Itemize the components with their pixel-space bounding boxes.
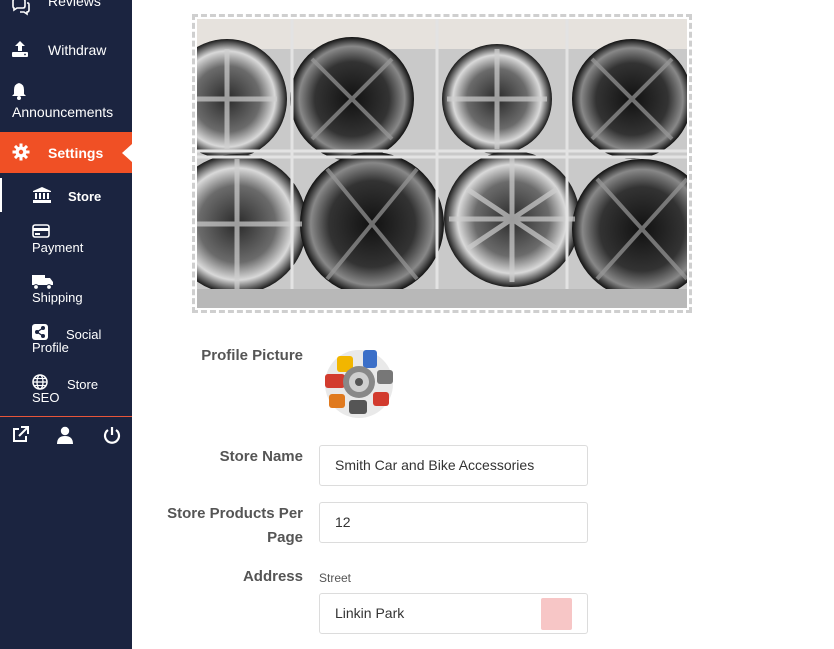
bell-icon <box>11 82 31 102</box>
user-icon[interactable] <box>57 426 77 446</box>
address-label: Address <box>242 568 303 585</box>
globe-icon <box>32 374 50 390</box>
sidebar-item-announcements[interactable]: Announcements <box>0 80 132 124</box>
submenu-label: Shipping <box>32 290 83 305</box>
products-per-page-label: Store Products Per Page <box>167 505 303 546</box>
submenu-item-social-profile[interactable]: Social Profile <box>0 322 132 356</box>
submenu-label: Store <box>68 189 102 204</box>
products-per-page-input[interactable]: 12 <box>319 502 588 543</box>
share-icon <box>32 324 50 340</box>
sidebar-item-reviews[interactable]: Reviews <box>0 0 132 20</box>
truck-icon <box>32 274 53 290</box>
upload-icon <box>11 40 31 60</box>
external-link-icon[interactable] <box>11 426 31 446</box>
sidebar-divider <box>0 416 132 417</box>
comments-icon <box>11 0 31 18</box>
store-name-label: Store Name <box>219 448 303 465</box>
submenu-item-shipping[interactable]: Shipping <box>0 272 132 306</box>
sidebar: Reviews Withdraw Announcements Settings … <box>0 0 132 649</box>
bank-icon <box>33 187 51 203</box>
banner-image <box>197 19 687 308</box>
sidebar-item-label: Announcements <box>12 104 114 120</box>
street-label: Street <box>319 571 352 585</box>
submenu-label: Payment <box>32 240 84 255</box>
sidebar-item-withdraw[interactable]: Withdraw <box>0 38 132 66</box>
profile-picture[interactable] <box>319 344 399 420</box>
submenu-label: SEO <box>32 390 60 405</box>
sidebar-item-label: Settings <box>48 145 104 161</box>
store-banner[interactable] <box>192 14 692 313</box>
power-icon[interactable] <box>103 426 123 446</box>
submenu-label: Store <box>67 377 99 392</box>
profile-picture-label: Profile Picture <box>201 347 303 364</box>
gear-icon <box>12 143 30 161</box>
credit-card-icon <box>32 224 50 240</box>
submenu-item-payment[interactable]: Payment <box>0 222 132 256</box>
sidebar-item-label: Withdraw <box>48 42 107 58</box>
store-name-input[interactable]: Smith Car and Bike Accessories <box>319 445 588 486</box>
active-indicator <box>122 144 132 162</box>
submenu-label: Profile <box>32 340 69 355</box>
sidebar-item-label: Reviews <box>48 0 101 9</box>
submenu-item-store[interactable]: Store <box>0 178 132 212</box>
profile-picture-image <box>325 350 393 418</box>
sidebar-item-settings[interactable]: Settings <box>0 132 132 173</box>
submenu-label: Social <box>66 327 102 342</box>
submenu-item-store-seo[interactable]: Store SEO <box>0 372 132 406</box>
autofill-icon[interactable] <box>541 598 572 630</box>
